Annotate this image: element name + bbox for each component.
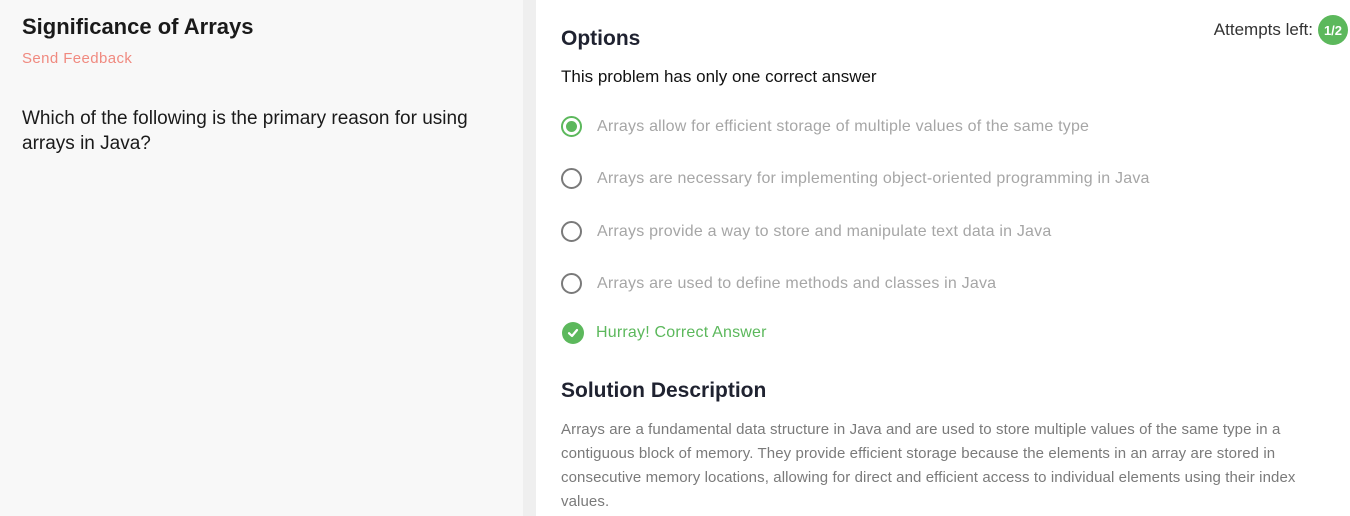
radio-unselected-icon[interactable] — [561, 221, 582, 242]
radio-unselected-icon[interactable] — [561, 168, 582, 189]
question-text: Which of the following is the primary re… — [22, 108, 468, 154]
option-2[interactable]: Arrays are necessary for implementing ob… — [561, 168, 1150, 189]
check-circle-icon — [562, 322, 584, 344]
solution-heading: Solution Description — [561, 379, 767, 402]
option-label: Arrays provide a way to store and manipu… — [597, 222, 1052, 240]
solution-text: Arrays are a fundamental data structure … — [561, 421, 1296, 510]
option-label: Arrays are necessary for implementing ob… — [597, 169, 1150, 187]
attempts-badge: 1/2 — [1318, 15, 1348, 45]
options-heading: Options — [561, 27, 641, 50]
attempts-counter: Attempts left: 1/2 — [1214, 15, 1348, 45]
result-message: Hurray! Correct Answer — [562, 322, 767, 344]
radio-unselected-icon[interactable] — [561, 273, 582, 294]
radio-dot — [566, 121, 577, 132]
result-text: Hurray! Correct Answer — [596, 324, 767, 341]
options-panel: Options Attempts left: 1/2 This problem … — [536, 0, 1350, 516]
answer-hint: This problem has only one correct answer — [561, 67, 877, 86]
option-3[interactable]: Arrays provide a way to store and manipu… — [561, 221, 1051, 242]
radio-selected-icon[interactable] — [561, 116, 582, 137]
attempts-label: Attempts left: — [1213, 20, 1313, 39]
problem-title: Significance of Arrays — [22, 14, 254, 39]
problem-panel: Significance of Arrays Send Feedback Whi… — [0, 0, 523, 516]
send-feedback-link[interactable]: Send Feedback — [22, 50, 132, 67]
option-label: Arrays allow for efficient storage of mu… — [597, 117, 1090, 135]
option-label: Arrays are used to define methods and cl… — [597, 274, 997, 292]
panel-divider[interactable] — [523, 0, 536, 516]
option-1[interactable]: Arrays allow for efficient storage of mu… — [561, 116, 1089, 137]
option-4[interactable]: Arrays are used to define methods and cl… — [561, 273, 996, 294]
